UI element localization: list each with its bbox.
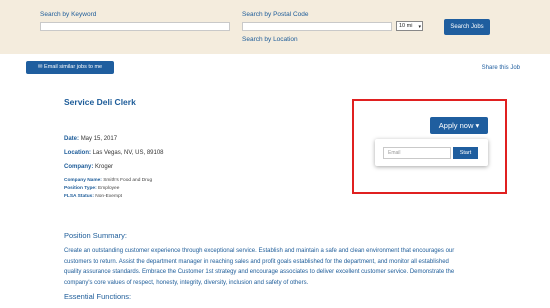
position-type: Position Type: Employee xyxy=(64,186,119,191)
search-jobs-button[interactable]: Search Jobs xyxy=(444,19,490,35)
keyword-input[interactable] xyxy=(40,22,230,31)
email-similar-jobs-button[interactable]: ✉ Email similar jobs to me xyxy=(26,61,114,74)
chevron-down-icon: ▾ xyxy=(418,24,421,30)
postal-code-input[interactable] xyxy=(242,22,392,31)
keyword-label: Search by Keyword xyxy=(40,11,97,18)
job-title: Service Deli Clerk xyxy=(64,97,136,107)
radius-value: 10 mi xyxy=(399,23,413,29)
position-type-value: Employee xyxy=(98,186,120,191)
start-button[interactable]: Start xyxy=(453,147,478,159)
envelope-icon: ✉ xyxy=(37,64,43,70)
apply-now-label: Apply now xyxy=(438,121,474,130)
flsa-status: FLSA Status: Non-Exempt xyxy=(64,194,122,199)
flsa-value: Non-Exempt xyxy=(95,194,122,199)
summary-line: quality assurance standards. Embrace the… xyxy=(64,269,455,275)
position-summary-heading: Position Summary: xyxy=(64,231,127,240)
email-field[interactable]: Email xyxy=(383,147,451,159)
position-type-label: Position Type: xyxy=(64,186,97,191)
email-similar-jobs-label: Email similar jobs to me xyxy=(44,64,103,70)
summary-line: customers to return. Assist the departme… xyxy=(64,258,449,265)
job-location: Location: Las Vegas, NV, US, 89108 xyxy=(64,150,164,156)
essential-functions-heading: Essential Functions: xyxy=(64,292,132,301)
search-by-location-link[interactable]: Search by Location xyxy=(242,36,298,43)
company-value: Kroger xyxy=(95,164,114,170)
company-label: Company: xyxy=(64,164,94,170)
apply-now-button[interactable]: Apply now ▾ xyxy=(430,117,488,134)
flsa-label: FLSA Status: xyxy=(64,194,94,199)
job-date: Date: May 15, 2017 xyxy=(64,136,117,142)
location-value: Las Vegas, NV, US, 89108 xyxy=(92,150,164,156)
job-company: Company: Kroger xyxy=(64,164,113,170)
summary-line: company's core values of respect, honest… xyxy=(64,279,309,286)
share-job-link[interactable]: Share this Job xyxy=(482,65,520,71)
postal-code-label: Search by Postal Code xyxy=(242,11,309,18)
date-label: Date: xyxy=(64,136,80,142)
company-name: Company Name: Smith's Food and Drug xyxy=(64,178,152,183)
search-bar: Search by Keyword Search by Postal Code … xyxy=(0,0,550,54)
apply-popup: Email Start xyxy=(375,139,488,166)
company-name-label: Company Name: xyxy=(64,178,102,183)
company-name-value: Smith's Food and Drug xyxy=(103,178,153,183)
radius-select[interactable]: 10 mi ▾ xyxy=(396,21,423,31)
summary-line: Create an outstanding customer experienc… xyxy=(64,248,455,254)
date-value: May 15, 2017 xyxy=(80,136,118,142)
caret-down-icon: ▾ xyxy=(475,121,480,130)
position-summary-text: Create an outstanding customer experienc… xyxy=(64,246,500,288)
location-label: Location: xyxy=(64,150,91,156)
